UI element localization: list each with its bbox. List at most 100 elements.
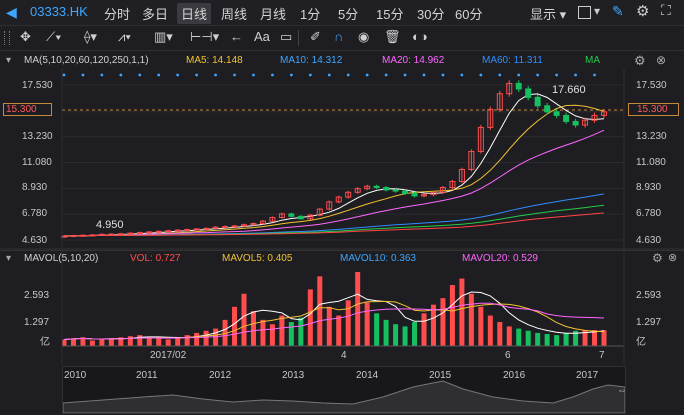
volume-bar [468, 293, 474, 346]
volume-bar [601, 330, 607, 346]
volume-bar [525, 330, 531, 346]
navigator-handle[interactable]: ⇔ [617, 385, 627, 396]
volume-bar [165, 339, 171, 346]
candle-body [146, 231, 153, 234]
tab-rixian[interactable]: 日线 [177, 3, 212, 24]
signal-dot [384, 73, 388, 77]
signal-dot [365, 73, 369, 77]
back-icon[interactable]: ◀ [6, 4, 17, 21]
vol-collapse-icon[interactable]: ▾ [6, 253, 11, 264]
time-label: 6 [505, 350, 511, 361]
candle-body [222, 226, 229, 229]
tab-30min[interactable]: 30分 [417, 4, 444, 23]
price-tick: 8.930 [636, 182, 662, 193]
eye-icon[interactable]: ◉ [358, 29, 369, 45]
checkbox-icon[interactable] [578, 6, 591, 19]
volume-bar [336, 315, 342, 346]
tab-yuexian[interactable]: 月线 [260, 4, 286, 23]
year-label: 2011 [136, 370, 158, 381]
signal-dot [403, 73, 407, 77]
volume-bar [563, 332, 569, 346]
tab-duori[interactable]: 多日 [142, 4, 168, 23]
volume-bar [554, 335, 560, 346]
price-tick: 11.080 [636, 157, 666, 168]
signal-dot [498, 73, 502, 77]
vol-value: VOL: 0.727 [130, 253, 181, 264]
volume-bar [307, 289, 313, 346]
trash-icon[interactable]: 🗑 [384, 29, 401, 45]
volume-bar [364, 302, 370, 346]
volume-bar [345, 300, 351, 346]
symbol-label[interactable]: 03333.HK [30, 4, 88, 19]
year-label: 2014 [356, 370, 379, 381]
volume-bar [440, 298, 446, 346]
tab-fenshi[interactable]: 分时 [104, 4, 130, 23]
volume-bar [459, 278, 465, 346]
fullscreen-icon[interactable]: ⛶ [661, 2, 671, 19]
mavol10-value: MAVOL10: 0.363 [340, 253, 416, 264]
pen-icon[interactable]: ✎ [612, 3, 624, 20]
settings-icon[interactable]: ⚙ [636, 2, 649, 20]
magnet-icon[interactable]: ∩ [334, 29, 343, 44]
signal-dot [214, 73, 217, 77]
candle-body [174, 229, 181, 232]
vol-tick: 2.593 [636, 290, 662, 301]
ma-lines [63, 93, 605, 237]
candle-body [70, 235, 77, 238]
price-tick: 13.230 [636, 131, 667, 142]
wave-tool-icon[interactable]: ⩘▾ [118, 29, 131, 45]
signal-dots [62, 73, 596, 77]
volume-bar [317, 276, 323, 346]
indicator-tool-icon[interactable]: ▥▾ [154, 29, 173, 45]
tab-60min[interactable]: 60分 [455, 4, 482, 23]
tab-5min[interactable]: 5分 [338, 4, 358, 23]
candle-body [203, 227, 210, 230]
signal-dot [176, 73, 180, 77]
comment-icon[interactable]: ▭ [280, 29, 292, 45]
signal-dot [119, 73, 123, 77]
polyline-tool-icon[interactable]: ⟠▾ [84, 29, 97, 45]
crosshair-icon[interactable]: ✥ [20, 29, 31, 45]
display-dropdown[interactable]: 显示 ▾ [530, 4, 566, 23]
collapse-icon[interactable]: ▾ [6, 55, 11, 66]
vol-unit: 亿 [636, 337, 646, 348]
volume-bar [269, 324, 275, 346]
eraser-icon[interactable]: ✐ [310, 29, 321, 45]
signal-dot [157, 73, 161, 77]
mavol5-value: MAVOL5: 0.405 [222, 253, 293, 264]
vol-tick: 2.593 [24, 290, 50, 301]
vol-settings-icon[interactable]: ⚙ [652, 251, 663, 265]
volume-bar [449, 285, 455, 346]
kline-chart[interactable] [0, 68, 684, 364]
candle-body [184, 229, 191, 232]
tab-zhouxian[interactable]: 周线 [221, 4, 247, 23]
price-grid [62, 84, 624, 241]
signal-dot [308, 73, 312, 77]
ma-settings-icon[interactable]: ⚙ [634, 53, 646, 69]
signal-dot [252, 73, 255, 77]
text-tool[interactable]: Aa [254, 29, 270, 44]
signal-dot [517, 73, 521, 77]
toolbar-grip [4, 31, 10, 45]
price-tick: 11.080 [22, 157, 52, 168]
candle-body [136, 232, 143, 235]
measure-tool-icon[interactable]: ⊢⊣▾ [190, 29, 219, 45]
signal-dot [422, 73, 426, 77]
toggle-icon[interactable]: ◐◑ [412, 29, 428, 44]
volume-bar [250, 311, 256, 346]
volume-bar [108, 338, 114, 346]
arrow-left-icon[interactable]: ← [230, 29, 243, 44]
volume-bar [497, 322, 503, 346]
toolbar-divider [298, 30, 299, 46]
vol-close-icon[interactable]: ⊗ [668, 251, 677, 264]
ma-close-icon[interactable]: ⊗ [656, 53, 666, 67]
line-tool-icon[interactable]: ⟋▾ [46, 29, 61, 45]
checkbox-dropdown-icon[interactable]: ▾ [594, 4, 600, 18]
tab-1min[interactable]: 1分 [300, 4, 320, 23]
current-price-tag-right: 15.300 [628, 103, 679, 116]
candle-body [392, 189, 399, 192]
signal-dot [441, 73, 445, 77]
tab-15min[interactable]: 15分 [376, 4, 403, 23]
volume-bar [393, 324, 399, 346]
price-tick: 17.530 [636, 80, 667, 91]
